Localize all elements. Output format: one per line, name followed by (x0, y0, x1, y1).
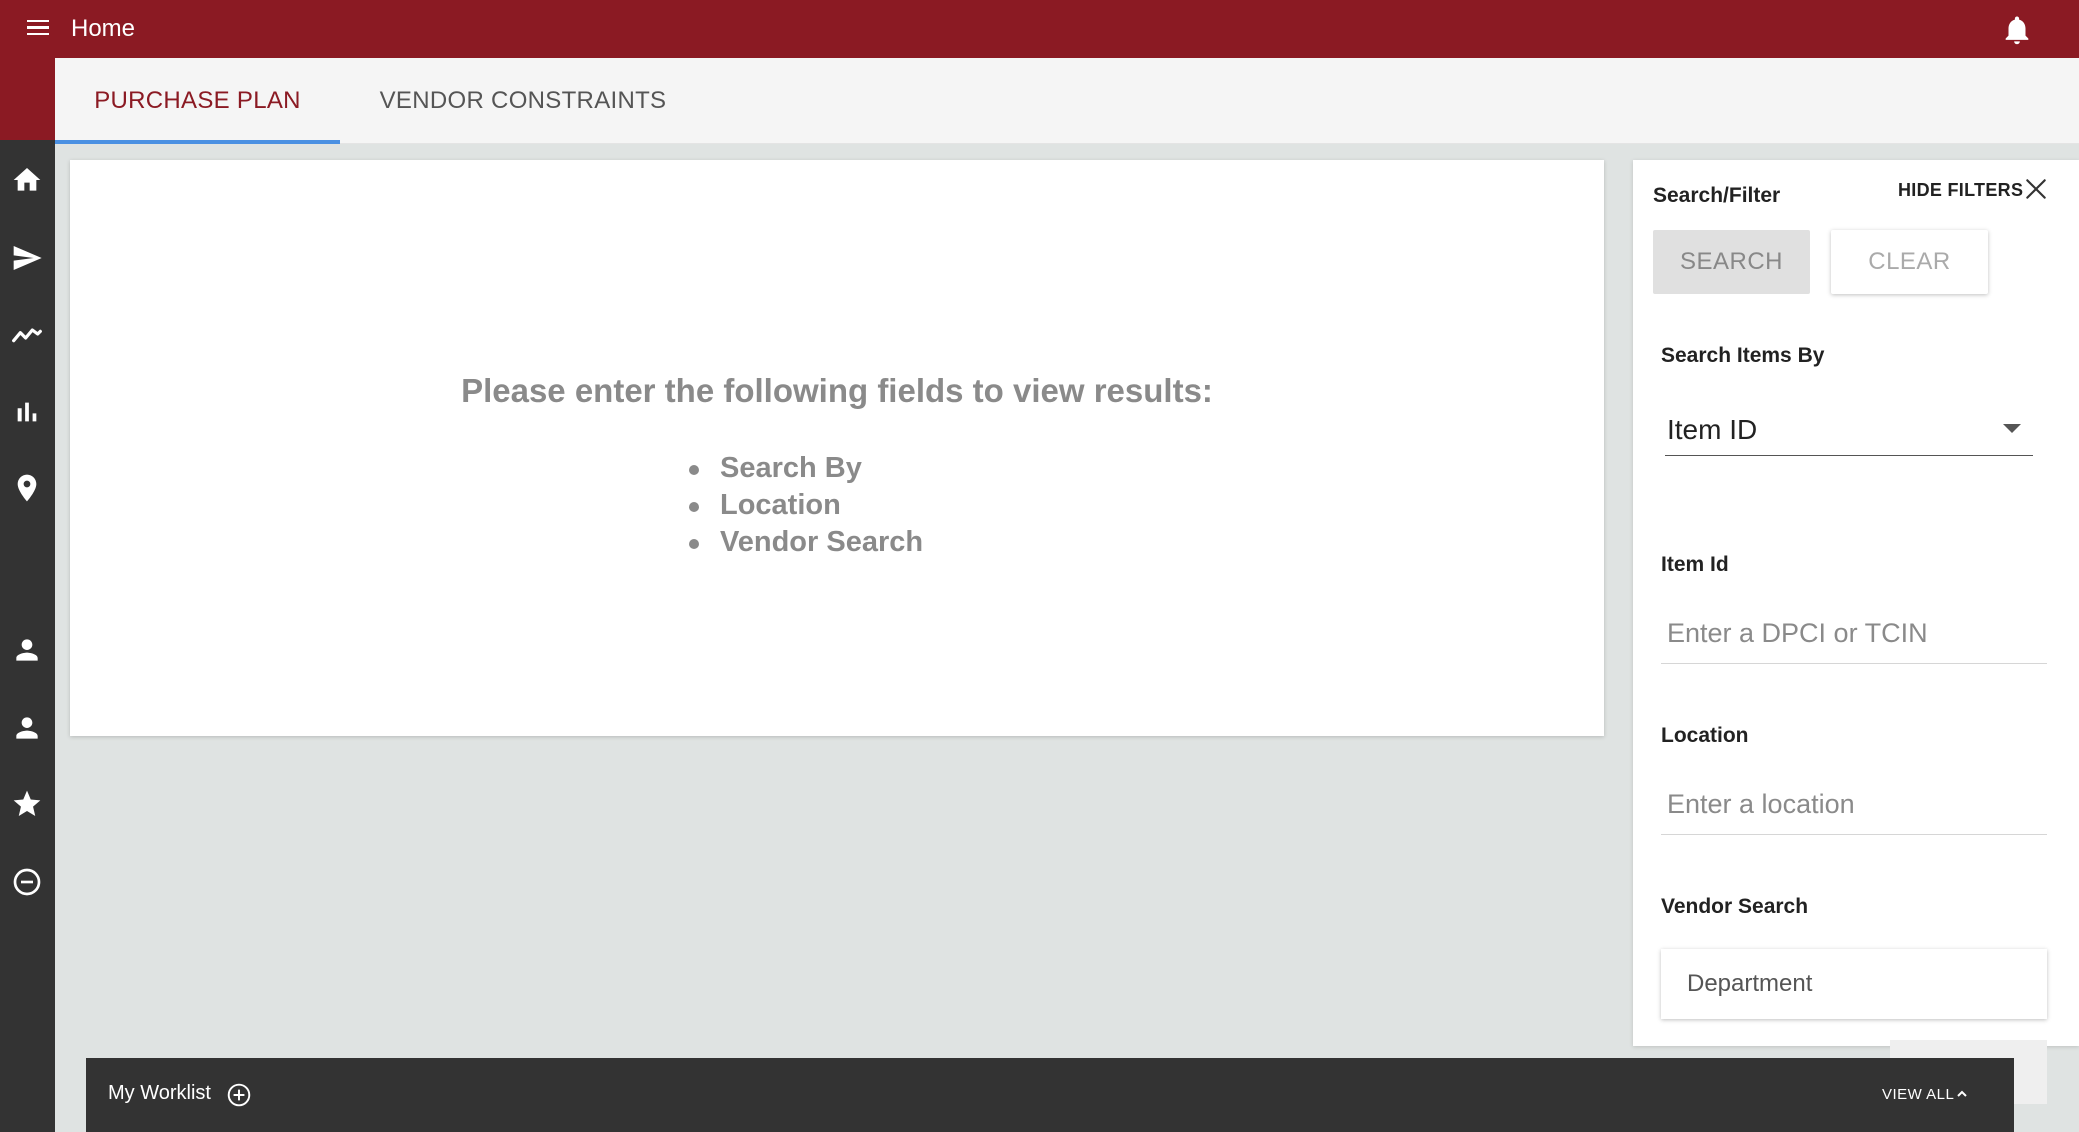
item-id-label: Item Id (1661, 553, 1729, 576)
tab-purchase-plan-label: PURCHASE PLAN (94, 87, 301, 114)
clear-button[interactable]: CLEAR (1831, 230, 1988, 294)
search-by-value: Item ID (1667, 414, 1758, 445)
list-item: Search By (689, 450, 923, 487)
star-icon[interactable] (11, 788, 43, 820)
add-circle-icon[interactable] (226, 1082, 252, 1108)
results-card: Please enter the following fields to vie… (70, 160, 1604, 736)
home-icon[interactable] (11, 164, 43, 196)
chevron-up-icon[interactable] (1954, 1086, 1970, 1102)
menu-icon[interactable] (26, 17, 50, 41)
bell-icon[interactable] (2000, 13, 2034, 47)
tab-vendor-constraints-label: VENDOR CONSTRAINTS (379, 87, 667, 114)
search-by-select[interactable]: Item ID (1665, 406, 2033, 456)
item-id-input[interactable] (1661, 604, 2047, 664)
search-by-label: Search Items By (1661, 344, 1825, 367)
tab-vendor-constraints[interactable]: VENDOR CONSTRAINTS (355, 58, 691, 144)
trend-line-icon[interactable] (11, 318, 43, 350)
empty-state-message: Please enter the following fields to vie… (461, 372, 1213, 409)
send-icon[interactable] (11, 242, 43, 274)
active-tab-indicator (55, 140, 340, 144)
person-icon[interactable] (11, 712, 43, 744)
hide-filters-button[interactable]: HIDE FILTERS (1898, 180, 2023, 201)
required-fields-list: Search By Location Vendor Search (689, 450, 923, 561)
side-nav (0, 58, 55, 1132)
close-icon[interactable] (2023, 176, 2049, 202)
filter-panel: Search/Filter HIDE FILTERS SEARCH CLEAR … (1633, 160, 2079, 1046)
worklist-label[interactable]: My Worklist (108, 1082, 211, 1105)
location-pin-icon[interactable] (11, 472, 43, 504)
search-button[interactable]: SEARCH (1653, 230, 1810, 294)
view-all-button[interactable]: VIEW ALL (1882, 1086, 1954, 1103)
tab-purchase-plan[interactable]: PURCHASE PLAN (55, 58, 340, 144)
person-icon[interactable] (11, 634, 43, 666)
filter-panel-title: Search/Filter (1653, 184, 1781, 207)
chevron-down-icon (2003, 424, 2021, 433)
list-item: Vendor Search (689, 524, 923, 561)
app-title: Home (71, 15, 136, 42)
location-label: Location (1661, 724, 1749, 747)
vendor-search-label: Vendor Search (1661, 895, 1809, 918)
side-nav-header (0, 58, 55, 140)
bar-chart-icon[interactable] (11, 396, 43, 428)
worklist-bar: My Worklist VIEW ALL (86, 1058, 2014, 1132)
location-input[interactable] (1661, 775, 2047, 835)
app-bar: Home (0, 0, 2079, 58)
minus-circle-icon[interactable] (11, 866, 43, 898)
tab-bar: PURCHASE PLAN VENDOR CONSTRAINTS (55, 58, 2079, 144)
department-select[interactable]: Department (1661, 949, 2047, 1019)
list-item: Location (689, 487, 923, 524)
